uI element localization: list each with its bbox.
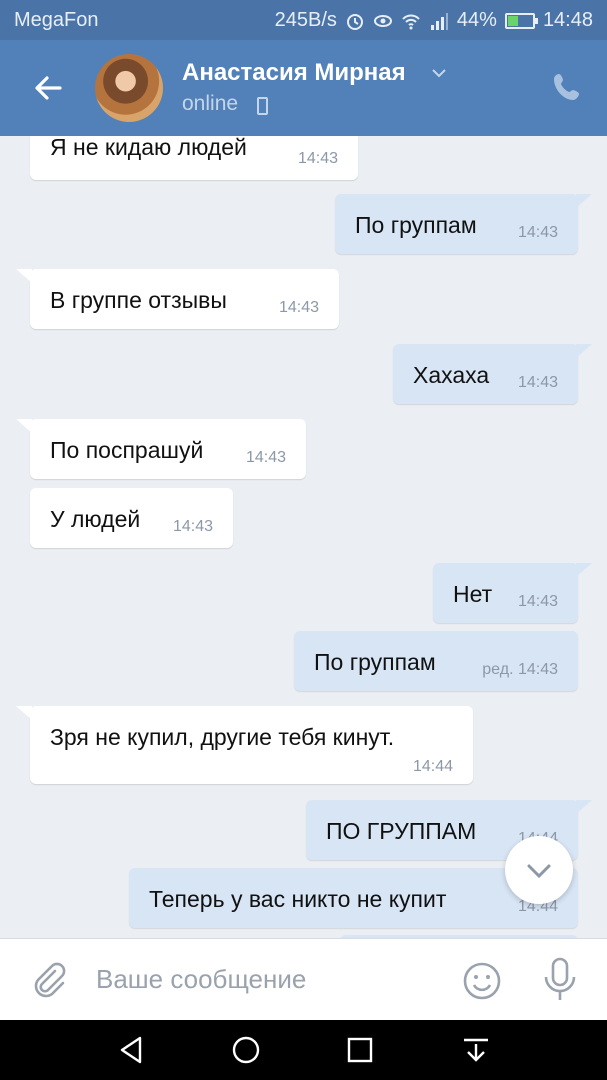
avatar[interactable] <box>95 54 163 122</box>
message-text: ПО ГРУППАМ <box>326 818 477 844</box>
message-incoming[interactable]: У людей 14:43 <box>30 488 233 548</box>
alarm-icon <box>346 13 363 30</box>
message-incoming[interactable]: Зря не купил, другие тебя кинут. 14:44 <box>16 706 473 784</box>
wifi-icon <box>402 14 420 29</box>
message-outgoing[interactable]: По группам 14:43 <box>335 194 592 254</box>
message-text: У людей <box>50 506 141 532</box>
message-list[interactable]: Я не кидаю людей 14:43 По группам 14:43 … <box>0 136 607 938</box>
phone-call-icon[interactable] <box>550 70 584 104</box>
bubble-tail <box>576 194 592 208</box>
emoji-icon[interactable] <box>462 961 502 1001</box>
message-incoming[interactable]: В группе отзывы 14:43 <box>16 269 339 329</box>
back-arrow-icon[interactable] <box>30 70 66 106</box>
message-outgoing-edited[interactable]: По группам ред. 14:43 <box>294 631 578 691</box>
status-bar: MegaFon 245B/s 44% 14:48 <box>0 0 607 40</box>
message-text: Хахаха <box>413 362 490 388</box>
message-time: 14:43 <box>517 224 558 241</box>
eye-icon <box>373 14 392 27</box>
microphone-icon[interactable] <box>540 957 580 1003</box>
battery-icon <box>504 12 538 29</box>
bubble-tail <box>576 344 592 358</box>
message-input[interactable] <box>96 959 436 999</box>
message-time: 14:43 <box>517 593 558 610</box>
signal-icon <box>430 12 448 30</box>
bubble-tail <box>576 800 592 814</box>
message-text: Зря не купил, другие тебя кинут. <box>50 724 395 750</box>
scroll-to-bottom-button[interactable] <box>505 836 573 904</box>
carrier-name: MegaFon <box>14 9 99 31</box>
message-outgoing[interactable]: Хахаха 14:43 <box>393 344 592 404</box>
message-text: По группам <box>355 212 477 238</box>
online-status: online <box>182 92 239 115</box>
message-text: В группе отзывы <box>50 287 227 313</box>
mobile-device-icon <box>257 97 268 115</box>
message-outgoing[interactable]: Нет 14:43 <box>433 563 592 623</box>
bubble-tail <box>576 563 592 577</box>
message-incoming[interactable]: По поспрашуй 14:43 <box>16 419 306 479</box>
chevron-down-icon <box>527 864 551 879</box>
status-icons: 245B/s 44% 14:48 <box>275 9 593 32</box>
message-incoming[interactable]: Я не кидаю людей 14:43 <box>30 136 358 180</box>
bubble-tail <box>16 706 32 720</box>
message-text: По поспрашуй <box>50 437 204 463</box>
message-composer <box>0 938 607 1020</box>
message-time: 14:43 <box>297 150 338 167</box>
network-speed: 245B/s <box>274 9 337 31</box>
message-time: 14:43 <box>172 518 213 535</box>
bubble-tail <box>16 419 32 433</box>
message-text: Теперь у вас никто не купит <box>149 886 447 912</box>
message-text: Я не кидаю людей <box>50 136 247 160</box>
nav-back-icon[interactable] <box>114 1032 150 1068</box>
message-time: ред. 14:43 <box>482 661 558 678</box>
chat-header: Анастасия Мирная online <box>0 40 607 136</box>
message-text: По группам <box>314 649 436 675</box>
battery-percent: 44% <box>456 9 497 31</box>
bubble-tail <box>16 269 32 283</box>
message-text: Нет <box>453 581 493 607</box>
message-time: 14:43 <box>517 374 558 391</box>
message-time: 14:44 <box>412 758 453 775</box>
nav-recents-icon[interactable] <box>342 1032 378 1068</box>
message-time: 14:43 <box>245 449 286 466</box>
contact-name[interactable]: Анастасия Мирная <box>182 59 406 87</box>
chevron-down-icon[interactable] <box>430 66 448 80</box>
message-time: 14:43 <box>278 299 319 316</box>
attach-icon[interactable] <box>30 961 68 999</box>
system-navigation-bar <box>0 1020 607 1080</box>
nav-home-icon[interactable] <box>228 1032 264 1068</box>
clock: 14:48 <box>542 9 593 31</box>
nav-notifications-icon[interactable] <box>458 1032 494 1068</box>
